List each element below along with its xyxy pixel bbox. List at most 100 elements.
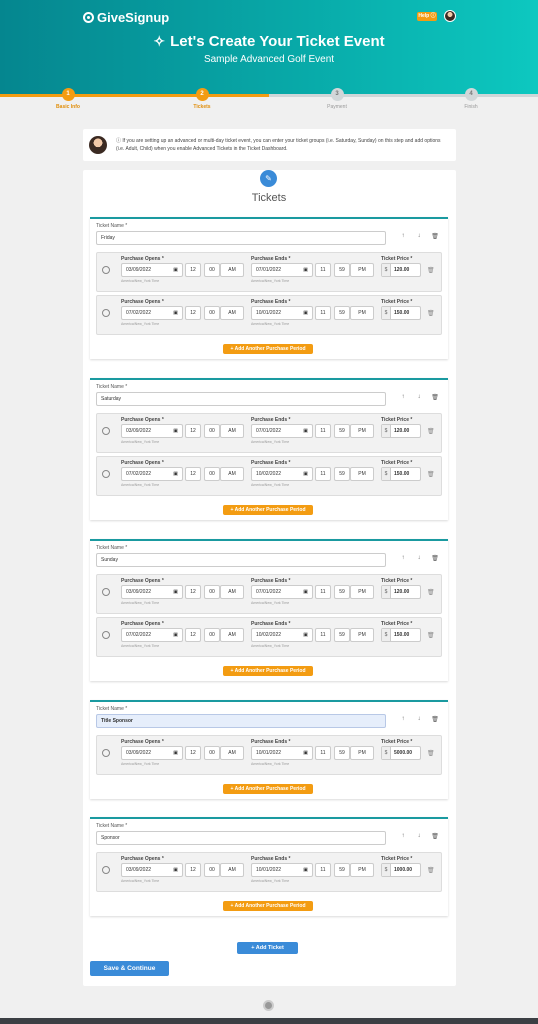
open-date-input[interactable]: 03/09/2022 ▣ — [121, 424, 183, 438]
move-down-icon[interactable]: ↓ — [415, 555, 423, 561]
open-minute-input[interactable]: 00 — [204, 863, 220, 877]
add-purchase-period-button[interactable]: + Add Another Purchase Period — [223, 344, 313, 354]
ticket-price-input[interactable]: $120.00 — [381, 585, 421, 599]
delete-period-icon[interactable]: 🗑 — [427, 267, 435, 274]
ticket-price-input[interactable]: $120.00 — [381, 424, 421, 438]
user-avatar[interactable] — [444, 10, 456, 22]
delete-period-icon[interactable]: 🗑 — [427, 310, 435, 317]
open-date-input[interactable]: 07/02/2022 ▣ — [121, 467, 183, 481]
end-minute-input[interactable]: 59 — [334, 467, 350, 481]
move-down-icon[interactable]: ↓ — [415, 716, 423, 722]
open-ampm-select[interactable]: AM — [220, 746, 244, 760]
ticket-name-input[interactable]: Sponsor — [96, 831, 386, 845]
end-minute-input[interactable]: 59 — [334, 306, 350, 320]
end-hour-input[interactable]: 11 — [315, 628, 331, 642]
end-date-input[interactable]: 07/01/2022 ▣ — [251, 263, 313, 277]
open-ampm-select[interactable]: AM — [220, 467, 244, 481]
delete-period-icon[interactable]: 🗑 — [427, 428, 435, 435]
step-tickets[interactable]: 2 Tickets — [172, 88, 232, 110]
open-date-input[interactable]: 07/02/2022 ▣ — [121, 306, 183, 320]
ticket-name-input[interactable]: Saturday — [96, 392, 386, 406]
end-hour-input[interactable]: 11 — [315, 467, 331, 481]
open-date-input[interactable]: 03/09/2022 ▣ — [121, 746, 183, 760]
open-minute-input[interactable]: 00 — [204, 306, 220, 320]
end-hour-input[interactable]: 11 — [315, 424, 331, 438]
end-hour-input[interactable]: 11 — [315, 263, 331, 277]
open-hour-input[interactable]: 12 — [185, 467, 201, 481]
end-minute-input[interactable]: 59 — [334, 585, 350, 599]
end-ampm-select[interactable]: PM — [350, 424, 374, 438]
open-date-input[interactable]: 03/09/2022 ▣ — [121, 585, 183, 599]
move-up-icon[interactable]: ↑ — [399, 833, 407, 839]
end-minute-input[interactable]: 59 — [334, 628, 350, 642]
open-minute-input[interactable]: 00 — [204, 585, 220, 599]
add-purchase-period-button[interactable]: + Add Another Purchase Period — [223, 784, 313, 794]
end-hour-input[interactable]: 11 — [315, 746, 331, 760]
ticket-price-input[interactable]: $1000.00 — [381, 863, 421, 877]
open-hour-input[interactable]: 12 — [185, 585, 201, 599]
move-down-icon[interactable]: ↓ — [415, 233, 423, 239]
open-minute-input[interactable]: 00 — [204, 467, 220, 481]
open-date-input[interactable]: 03/09/2022 ▣ — [121, 263, 183, 277]
move-down-icon[interactable]: ↓ — [415, 394, 423, 400]
end-minute-input[interactable]: 59 — [334, 263, 350, 277]
ticket-price-input[interactable]: $150.00 — [381, 306, 421, 320]
end-date-input[interactable]: 10/01/2022 ▣ — [251, 863, 313, 877]
delete-group-icon[interactable]: 🗑 — [431, 716, 439, 723]
step-payment[interactable]: 3 Payment — [307, 88, 367, 110]
open-ampm-select[interactable]: AM — [220, 628, 244, 642]
open-minute-input[interactable]: 00 — [204, 746, 220, 760]
move-up-icon[interactable]: ↑ — [399, 394, 407, 400]
open-date-input[interactable]: 07/02/2022 ▣ — [121, 628, 183, 642]
move-down-icon[interactable]: ↓ — [415, 833, 423, 839]
delete-group-icon[interactable]: 🗑 — [431, 233, 439, 240]
end-ampm-select[interactable]: PM — [350, 306, 374, 320]
delete-period-icon[interactable]: 🗑 — [427, 589, 435, 596]
end-date-input[interactable]: 10/01/2022 ▣ — [251, 306, 313, 320]
end-minute-input[interactable]: 59 — [334, 424, 350, 438]
step-finish[interactable]: 4 Finish — [441, 88, 501, 110]
end-date-input[interactable]: 10/02/2022 ▣ — [251, 628, 313, 642]
ticket-price-input[interactable]: $5000.00 — [381, 746, 421, 760]
ticket-name-input[interactable]: Title Sponsor — [96, 714, 386, 728]
ticket-name-input[interactable]: Friday — [96, 231, 386, 245]
add-purchase-period-button[interactable]: + Add Another Purchase Period — [223, 666, 313, 676]
ticket-price-input[interactable]: $120.00 — [381, 263, 421, 277]
open-hour-input[interactable]: 12 — [185, 306, 201, 320]
help-button[interactable]: Help ⓘ — [417, 12, 437, 21]
end-date-input[interactable]: 07/01/2022 ▣ — [251, 424, 313, 438]
end-ampm-select[interactable]: PM — [350, 863, 374, 877]
end-ampm-select[interactable]: PM — [350, 628, 374, 642]
givesignup-logo[interactable]: GiveSignup — [83, 10, 169, 25]
open-ampm-select[interactable]: AM — [220, 585, 244, 599]
end-ampm-select[interactable]: PM — [350, 263, 374, 277]
end-minute-input[interactable]: 59 — [334, 863, 350, 877]
save-continue-button[interactable]: Save & Continue — [90, 961, 169, 976]
open-ampm-select[interactable]: AM — [220, 263, 244, 277]
end-ampm-select[interactable]: PM — [350, 585, 374, 599]
end-ampm-select[interactable]: PM — [350, 746, 374, 760]
delete-period-icon[interactable]: 🗑 — [427, 750, 435, 757]
ticket-price-input[interactable]: $150.00 — [381, 467, 421, 481]
end-hour-input[interactable]: 11 — [315, 863, 331, 877]
end-date-input[interactable]: 07/01/2022 ▣ — [251, 585, 313, 599]
move-up-icon[interactable]: ↑ — [399, 555, 407, 561]
delete-group-icon[interactable]: 🗑 — [431, 555, 439, 562]
open-minute-input[interactable]: 00 — [204, 263, 220, 277]
open-hour-input[interactable]: 12 — [185, 263, 201, 277]
end-date-input[interactable]: 10/01/2022 ▣ — [251, 746, 313, 760]
add-ticket-button[interactable]: + Add Ticket — [237, 942, 298, 954]
open-ampm-select[interactable]: AM — [220, 424, 244, 438]
open-minute-input[interactable]: 00 — [204, 424, 220, 438]
open-hour-input[interactable]: 12 — [185, 424, 201, 438]
open-minute-input[interactable]: 00 — [204, 628, 220, 642]
ticket-price-input[interactable]: $150.00 — [381, 628, 421, 642]
open-hour-input[interactable]: 12 — [185, 863, 201, 877]
open-date-input[interactable]: 03/09/2022 ▣ — [121, 863, 183, 877]
open-ampm-select[interactable]: AM — [220, 306, 244, 320]
end-minute-input[interactable]: 59 — [334, 746, 350, 760]
open-hour-input[interactable]: 12 — [185, 746, 201, 760]
delete-group-icon[interactable]: 🗑 — [431, 833, 439, 840]
end-ampm-select[interactable]: PM — [350, 467, 374, 481]
delete-period-icon[interactable]: 🗑 — [427, 632, 435, 639]
